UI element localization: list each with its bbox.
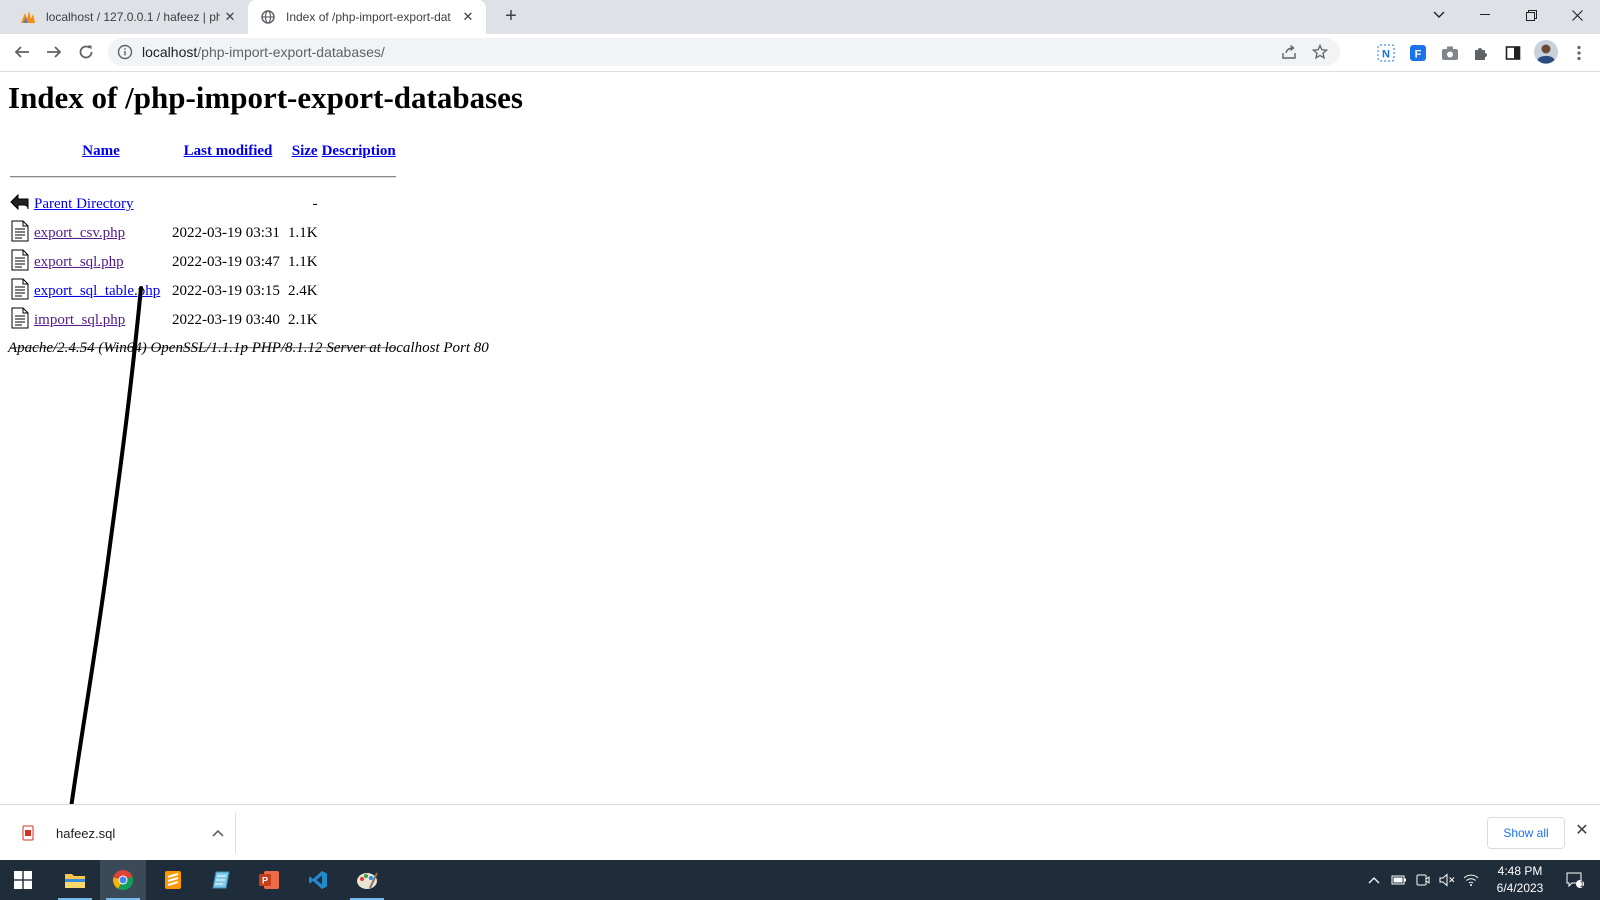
table-header-row: Name Last modified Size Description (8, 138, 398, 164)
camera-icon[interactable] (1440, 43, 1460, 63)
tab-search-icon[interactable] (1416, 0, 1462, 30)
parent-directory-link[interactable]: Parent Directory (34, 196, 134, 212)
sort-by-name-link[interactable]: Name (82, 143, 120, 159)
table-row: export_csv.php 2022-03-19 03:31 1.1K (8, 219, 398, 248)
table-row: export_sql_table.php 2022-03-19 03:15 2.… (8, 277, 398, 306)
tab-title: localhost / 127.0.0.1 / hafeez | php (46, 10, 220, 24)
file-modified: 2022-03-19 03:47 (172, 254, 280, 270)
extensions-puzzle-icon[interactable] (1471, 43, 1491, 63)
vscode-icon[interactable] (295, 860, 341, 900)
notification-count: 1 (1579, 879, 1585, 889)
text-file-icon (11, 307, 29, 329)
minimize-button[interactable] (1462, 0, 1508, 30)
clock-date: 6/4/2023 (1496, 881, 1544, 895)
side-panel-icon[interactable] (1503, 43, 1523, 63)
address-bar[interactable]: localhost/php-import-export-databases/ (108, 38, 1340, 66)
paint-icon[interactable] (344, 860, 390, 900)
new-tab-button[interactable]: + (500, 6, 522, 28)
svg-text:P: P (262, 876, 268, 886)
system-clock[interactable]: 4:48 PM 6/4/2023 (1480, 863, 1560, 897)
file-modified: 2022-03-19 03:31 (172, 225, 280, 241)
profile-avatar[interactable] (1534, 40, 1558, 64)
file-link[interactable]: export_sql_table.php (34, 283, 160, 299)
share-icon[interactable] (1280, 43, 1298, 61)
back-arrow-icon[interactable] (11, 41, 33, 63)
clock-time: 4:48 PM (1497, 864, 1543, 878)
forward-arrow-icon[interactable] (43, 41, 65, 63)
browser-toolbar: localhost/php-import-export-databases/ N… (0, 34, 1600, 72)
table-row: Parent Directory - (8, 190, 398, 219)
chevron-up-icon[interactable] (206, 824, 230, 842)
table-row: import_sql.php 2022-03-19 03:40 2.1K (8, 306, 398, 335)
windows-taskbar: P 4:48 PM 6/4/2023 1 (0, 860, 1600, 900)
notification-center-icon[interactable]: 1 (1558, 860, 1592, 900)
bookmark-star-icon[interactable] (1311, 43, 1329, 61)
phpmyadmin-icon (20, 9, 36, 25)
file-size: 2.1K (288, 312, 318, 328)
file-explorer-icon[interactable] (52, 860, 98, 900)
powerpoint-icon[interactable]: P (246, 860, 292, 900)
sql-file-icon (22, 825, 34, 841)
tab-phpmyadmin[interactable]: localhost / 127.0.0.1 / hafeez | php ✕ (8, 0, 248, 34)
volume-muted-icon[interactable] (1436, 860, 1458, 900)
back-arrow-folder-icon (10, 193, 29, 211)
show-hidden-icons-chevron-icon[interactable] (1364, 860, 1384, 900)
reload-icon[interactable] (75, 41, 97, 63)
server-signature: Apache/2.4.54 (Win64) OpenSSL/1.1.1p PHP… (8, 340, 489, 356)
svg-text:F: F (1415, 49, 1422, 61)
file-modified: 2022-03-19 03:15 (172, 283, 280, 299)
sublime-text-icon[interactable] (150, 860, 196, 900)
directory-listing-table: Name Last modified Size Description Pare… (8, 138, 398, 361)
file-size: 1.1K (288, 225, 318, 241)
sort-by-description-link[interactable]: Description (322, 143, 396, 159)
text-file-icon (11, 249, 29, 271)
tab-index-listing[interactable]: Index of /php-import-export-dat ✕ (248, 0, 486, 34)
parent-size: - (312, 196, 318, 212)
show-all-button[interactable]: Show all (1487, 817, 1565, 849)
file-size: 2.4K (288, 283, 318, 299)
icon-column-header (8, 138, 32, 164)
battery-icon[interactable] (1388, 860, 1410, 900)
sort-by-size-link[interactable]: Size (292, 143, 318, 159)
page-content: Index of /php-import-export-databases Na… (0, 72, 1600, 804)
tab-title: Index of /php-import-export-dat (286, 10, 451, 24)
restore-button[interactable] (1508, 0, 1554, 30)
file-link[interactable]: export_sql.php (34, 254, 124, 270)
text-file-icon (11, 220, 29, 242)
divider (10, 176, 396, 178)
globe-icon (260, 9, 276, 25)
wifi-icon[interactable] (1460, 860, 1482, 900)
download-item[interactable]: hafeez.sql (14, 813, 230, 853)
windows-start-icon[interactable] (0, 860, 46, 900)
close-shelf-icon[interactable]: ✕ (1574, 823, 1590, 839)
menu-kebab-icon[interactable] (1569, 43, 1589, 63)
file-link[interactable]: import_sql.php (34, 312, 125, 328)
svg-text:N: N (1382, 49, 1390, 61)
text-file-icon (11, 278, 29, 300)
page-title: Index of /php-import-export-databases (8, 80, 523, 115)
url-text: localhost/php-import-export-databases/ (142, 44, 385, 60)
file-modified: 2022-03-19 03:40 (172, 312, 280, 328)
download-filename: hafeez.sql (56, 825, 116, 841)
table-row: export_sql.php 2022-03-19 03:47 1.1K (8, 248, 398, 277)
close-tab-icon[interactable]: ✕ (220, 9, 240, 25)
site-info-icon[interactable] (117, 44, 133, 60)
file-size: 1.1K (288, 254, 318, 270)
notepad-icon[interactable] (198, 860, 244, 900)
file-link[interactable]: export_csv.php (34, 225, 125, 241)
download-shelf: hafeez.sql Show all ✕ (0, 804, 1600, 861)
close-tab-icon[interactable]: ✕ (458, 9, 478, 25)
chrome-icon[interactable] (100, 860, 146, 900)
meet-now-icon[interactable] (1412, 860, 1434, 900)
close-window-button[interactable] (1554, 0, 1600, 30)
tab-strip: localhost / 127.0.0.1 / hafeez | php ✕ I… (0, 0, 1600, 34)
sort-by-modified-link[interactable]: Last modified (184, 143, 273, 159)
extension-f-icon[interactable]: F (1408, 43, 1428, 63)
extension-n-icon[interactable]: N (1376, 43, 1396, 63)
shelf-divider (235, 813, 236, 853)
